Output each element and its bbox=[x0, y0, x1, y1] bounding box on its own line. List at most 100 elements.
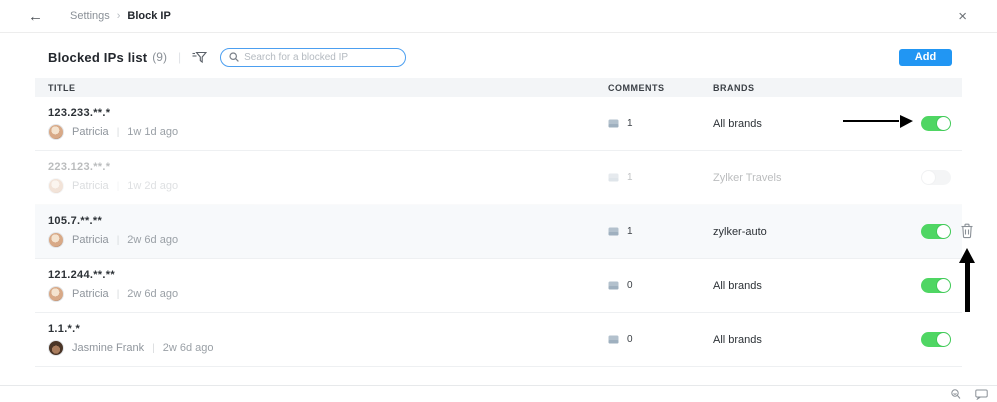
page-title: Blocked IPs list bbox=[48, 50, 147, 65]
toggle-knob bbox=[922, 171, 935, 184]
avatar bbox=[48, 232, 64, 248]
creator-name: Patricia bbox=[72, 234, 109, 246]
toggle-cell bbox=[921, 224, 962, 239]
table-body: 123.233.**.* Patricia | 1w 1d ago 1 All … bbox=[35, 97, 962, 367]
comments-cell: 1 bbox=[595, 226, 700, 237]
toggle-cell bbox=[921, 332, 962, 347]
search-box bbox=[220, 48, 406, 67]
block-toggle[interactable] bbox=[921, 170, 951, 185]
row-meta: Patricia | 1w 2d ago bbox=[48, 178, 595, 194]
title-cell: 105.7.**.** Patricia | 2w 6d ago bbox=[35, 215, 595, 248]
blocked-ips-table: TITLE COMMENTS BRANDS 123.233.**.* Patri… bbox=[35, 78, 962, 367]
block-toggle[interactable] bbox=[921, 224, 951, 239]
breadcrumb-block-ip: Block IP bbox=[127, 10, 170, 22]
created-time: 2w 6d ago bbox=[127, 234, 178, 246]
creator-name: Patricia bbox=[72, 180, 109, 192]
comment-count: 1 bbox=[627, 172, 633, 183]
comment-count: 0 bbox=[627, 334, 633, 345]
close-icon[interactable]: × bbox=[958, 9, 967, 24]
blocked-ip-value: 121.244.**.** bbox=[48, 269, 595, 281]
top-bar: ← Settings › Block IP × bbox=[0, 0, 997, 33]
title-cell: 121.244.**.** Patricia | 2w 6d ago bbox=[35, 269, 595, 302]
created-time: 2w 6d ago bbox=[163, 342, 214, 354]
toggle-cell bbox=[921, 278, 962, 293]
column-header-title: TITLE bbox=[35, 83, 595, 93]
comments-cell: 1 bbox=[595, 172, 700, 183]
add-button[interactable]: Add bbox=[899, 49, 952, 66]
avatar bbox=[48, 340, 64, 356]
blocked-ip-value: 123.233.**.* bbox=[48, 107, 595, 119]
comment-icon bbox=[608, 227, 619, 237]
creator-name: Patricia bbox=[72, 288, 109, 300]
footer-bar bbox=[0, 385, 997, 402]
table-row[interactable]: 1.1.*.* Jasmine Frank | 2w 6d ago 0 All … bbox=[35, 313, 962, 367]
feedback-chat-icon[interactable] bbox=[975, 389, 988, 400]
comments-cell: 1 bbox=[595, 118, 700, 129]
toggle-cell bbox=[921, 170, 962, 185]
toggle-cell bbox=[921, 116, 962, 131]
comment-icon bbox=[608, 281, 619, 291]
comment-icon bbox=[608, 119, 619, 129]
row-meta: Patricia | 2w 6d ago bbox=[48, 286, 595, 302]
block-ip-panel: ← Settings › Block IP × Blocked IPs list… bbox=[0, 0, 997, 402]
toggle-knob bbox=[937, 333, 950, 346]
comment-count: 1 bbox=[627, 118, 633, 129]
comments-cell: 0 bbox=[595, 334, 700, 345]
comment-icon bbox=[608, 173, 619, 183]
brand-label: All brands bbox=[700, 118, 900, 130]
table-row[interactable]: 123.233.**.* Patricia | 1w 1d ago 1 All … bbox=[35, 97, 962, 151]
table-row[interactable]: 223.123.**.* Patricia | 1w 2d ago 1 Zylk… bbox=[35, 151, 962, 205]
creator-name: Patricia bbox=[72, 126, 109, 138]
back-arrow-icon[interactable]: ← bbox=[28, 9, 43, 24]
created-time: 1w 2d ago bbox=[127, 180, 178, 192]
comment-icon bbox=[608, 335, 619, 345]
table-header-row: TITLE COMMENTS BRANDS bbox=[35, 78, 962, 97]
row-meta: Jasmine Frank | 2w 6d ago bbox=[48, 340, 595, 356]
toggle-knob bbox=[937, 117, 950, 130]
filter-icon[interactable] bbox=[192, 51, 207, 64]
breadcrumb-separator: › bbox=[117, 10, 121, 22]
row-meta: Patricia | 2w 6d ago bbox=[48, 232, 595, 248]
blocked-ip-value: 105.7.**.** bbox=[48, 215, 595, 227]
brand-label: zylker-auto bbox=[700, 226, 900, 238]
comments-cell: 0 bbox=[595, 280, 700, 291]
column-header-comments: COMMENTS bbox=[595, 83, 700, 93]
created-time: 1w 1d ago bbox=[127, 126, 178, 138]
created-time: 2w 6d ago bbox=[127, 288, 178, 300]
block-toggle[interactable] bbox=[921, 278, 951, 293]
meta-divider: | bbox=[152, 343, 155, 354]
block-toggle[interactable] bbox=[921, 116, 951, 131]
avatar bbox=[48, 178, 64, 194]
title-cell: 223.123.**.* Patricia | 1w 2d ago bbox=[35, 161, 595, 194]
meta-divider: | bbox=[117, 289, 120, 300]
user-search-icon[interactable] bbox=[950, 389, 963, 400]
brand-label: All brands bbox=[700, 280, 900, 292]
meta-divider: | bbox=[117, 127, 120, 138]
comment-count: 0 bbox=[627, 280, 633, 291]
table-row[interactable]: 105.7.**.** Patricia | 2w 6d ago 1 zylke… bbox=[35, 205, 962, 259]
avatar bbox=[48, 124, 64, 140]
meta-divider: | bbox=[117, 235, 120, 246]
blocked-ip-count: (9) bbox=[152, 50, 167, 64]
blocked-ip-value: 223.123.**.* bbox=[48, 161, 595, 173]
meta-divider: | bbox=[117, 181, 120, 192]
delete-icon[interactable] bbox=[960, 223, 974, 244]
row-meta: Patricia | 1w 1d ago bbox=[48, 124, 595, 140]
comment-count: 1 bbox=[627, 226, 633, 237]
toggle-knob bbox=[937, 225, 950, 238]
avatar bbox=[48, 286, 64, 302]
table-row[interactable]: 121.244.**.** Patricia | 2w 6d ago 0 All… bbox=[35, 259, 962, 313]
title-cell: 1.1.*.* Jasmine Frank | 2w 6d ago bbox=[35, 323, 595, 356]
list-header: Blocked IPs list (9) | Add bbox=[35, 46, 962, 68]
creator-name: Jasmine Frank bbox=[72, 342, 144, 354]
toggle-knob bbox=[937, 279, 950, 292]
header-divider: | bbox=[178, 50, 181, 64]
column-header-brands: BRANDS bbox=[700, 83, 900, 93]
brand-label: All brands bbox=[700, 334, 900, 346]
search-input[interactable] bbox=[244, 52, 397, 63]
block-toggle[interactable] bbox=[921, 332, 951, 347]
breadcrumb-settings[interactable]: Settings bbox=[70, 10, 110, 22]
brand-label: Zylker Travels bbox=[700, 172, 900, 184]
search-icon bbox=[229, 52, 239, 62]
title-cell: 123.233.**.* Patricia | 1w 1d ago bbox=[35, 107, 595, 140]
